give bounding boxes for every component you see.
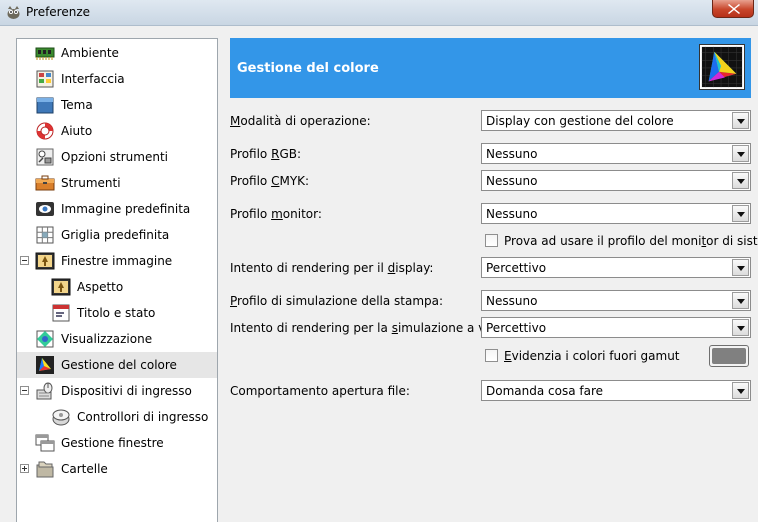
sidebar-item-label: Finestre immagine — [61, 254, 173, 268]
chevron-down-icon[interactable] — [732, 382, 749, 399]
display-icon — [36, 330, 54, 348]
sidebar-item-gestione-finestre[interactable]: Gestione finestre — [17, 430, 217, 456]
sidebar-item-interfaccia[interactable]: Interfaccia — [17, 66, 217, 92]
input-devices-icon — [36, 382, 53, 400]
chevron-down-icon[interactable] — [732, 292, 749, 309]
chevron-down-icon[interactable] — [732, 172, 749, 189]
sidebar-item-label: Immagine predefinita — [61, 202, 191, 216]
color-gamut-icon — [699, 44, 745, 90]
sidebar-item-label: Aspetto — [77, 280, 124, 294]
sidebar-item-label: Strumenti — [61, 176, 121, 190]
sidebar-item-cartelle[interactable]: Cartelle — [17, 456, 217, 482]
file-open-behaviour-dropdown[interactable]: Domanda cosa fare — [481, 380, 751, 401]
theme-icon — [36, 97, 54, 114]
sidebar-item-label: Visualizzazione — [61, 332, 153, 346]
image-window-icon — [35, 252, 55, 270]
collapse-toggle[interactable] — [20, 256, 29, 265]
display-intent-label: Intento di rendering per il display: — [230, 261, 434, 275]
rgb-profile-label: Profilo RGB: — [230, 147, 302, 161]
rgb-profile-dropdown[interactable]: Nessuno — [481, 143, 751, 164]
appearance-icon — [51, 278, 71, 296]
simulation-intent-dropdown[interactable]: Percettivo — [481, 317, 751, 338]
folders-icon — [36, 461, 54, 478]
monitor-profile-dropdown[interactable]: Nessuno — [481, 203, 751, 224]
sidebar-item-gestione-del-colore[interactable]: Gestione del colore — [17, 352, 217, 378]
sidebar-item-label: Controllori di ingresso — [77, 410, 209, 424]
close-icon — [728, 4, 740, 14]
sidebar-item-ambiente[interactable]: Ambiente — [17, 40, 217, 66]
lifebuoy-icon — [36, 122, 54, 140]
sidebar-item-controllori-di-ingresso[interactable]: Controllori di ingresso — [17, 404, 217, 430]
memory-chip-icon — [35, 47, 55, 60]
sidebar-item-label: Gestione finestre — [61, 436, 164, 450]
sidebar-item-aspetto[interactable]: Aspetto — [17, 274, 217, 300]
sidebar-item-titolo-e-stato[interactable]: Titolo e stato — [17, 300, 217, 326]
chevron-down-icon[interactable] — [732, 259, 749, 276]
interface-icon — [36, 70, 54, 88]
sidebar-item-label: Opzioni strumenti — [61, 150, 169, 164]
sidebar-item-label: Tema — [61, 98, 93, 112]
sidebar-item-opzioni-strumenti[interactable]: Opzioni strumenti — [17, 144, 217, 170]
sidebar-item-aiuto[interactable]: Aiuto — [17, 118, 217, 144]
close-button[interactable] — [712, 0, 754, 18]
expand-toggle[interactable] — [20, 464, 29, 473]
sidebar-item-visualizzazione[interactable]: Visualizzazione — [17, 326, 217, 352]
sidebar-item-label: Titolo e stato — [77, 306, 156, 320]
out-of-gamut-checkbox[interactable] — [485, 349, 498, 362]
window-title: Preferenze — [26, 5, 91, 19]
tool-options-icon — [36, 148, 54, 166]
file-open-behaviour-label: Comportamento apertura file: — [230, 384, 410, 398]
sidebar-item-griglia-predefinita[interactable]: Griglia predefinita — [17, 222, 217, 248]
sidebar-item-label: Interfaccia — [61, 72, 125, 86]
chevron-down-icon[interactable] — [732, 319, 749, 336]
simulation-intent-label: Intento di rendering per la simulazione … — [230, 321, 516, 335]
category-tree[interactable]: Ambiente Interfaccia Tema Aiuto Opzioni … — [16, 38, 218, 522]
mode-label: Modalità di operazione: — [230, 114, 371, 128]
sidebar-item-dispositivi-di-ingresso[interactable]: Dispositivi di ingresso — [17, 378, 217, 404]
print-simulation-dropdown[interactable]: Nessuno — [481, 290, 751, 311]
mode-dropdown[interactable]: Display con gestione del colore — [481, 110, 751, 131]
window-management-icon — [35, 434, 55, 452]
color-management-icon — [36, 356, 54, 374]
system-profile-checkbox[interactable] — [485, 234, 498, 247]
sidebar-item-finestre-immagine[interactable]: Finestre immagine — [17, 248, 217, 274]
default-image-icon — [36, 202, 54, 216]
sidebar-item-tema[interactable]: Tema — [17, 92, 217, 118]
monitor-profile-label: Profilo monitor: — [230, 207, 322, 221]
grid-icon — [36, 226, 54, 244]
sidebar-item-label: Cartelle — [61, 462, 108, 476]
out-of-gamut-color-button[interactable] — [709, 345, 749, 367]
out-of-gamut-label[interactable]: Evidenzia i colori fuori gamut — [504, 349, 680, 363]
cmyk-profile-label: Profilo CMYK: — [230, 174, 310, 188]
system-profile-label[interactable]: Prova ad usare il profilo del monitor di… — [504, 234, 758, 248]
sidebar-item-strumenti[interactable]: Strumenti — [17, 170, 217, 196]
display-intent-dropdown[interactable]: Percettivo — [481, 257, 751, 278]
page-title: Gestione del colore — [237, 61, 379, 76]
sidebar-item-label: Griglia predefinita — [61, 228, 170, 242]
sidebar-item-label: Dispositivi di ingresso — [61, 384, 192, 398]
print-simulation-label: Profilo di simulazione della stampa: — [230, 294, 444, 308]
title-status-icon — [52, 304, 70, 322]
sidebar-item-immagine-predefinita[interactable]: Immagine predefinita — [17, 196, 217, 222]
sidebar-item-label: Aiuto — [61, 124, 93, 138]
section-header: Gestione del colore — [230, 38, 751, 98]
chevron-down-icon[interactable] — [732, 145, 749, 162]
cmyk-profile-dropdown[interactable]: Nessuno — [481, 170, 751, 191]
gimp-app-icon — [7, 6, 20, 19]
input-controllers-icon — [52, 409, 70, 426]
chevron-down-icon[interactable] — [732, 205, 749, 222]
collapse-toggle[interactable] — [20, 386, 29, 395]
sidebar-item-label: Gestione del colore — [61, 358, 177, 372]
toolbox-icon — [35, 175, 55, 191]
sidebar-item-label: Ambiente — [61, 46, 119, 60]
title-bar: Preferenze — [0, 0, 758, 26]
chevron-down-icon[interactable] — [732, 112, 749, 129]
color-swatch — [712, 348, 746, 364]
